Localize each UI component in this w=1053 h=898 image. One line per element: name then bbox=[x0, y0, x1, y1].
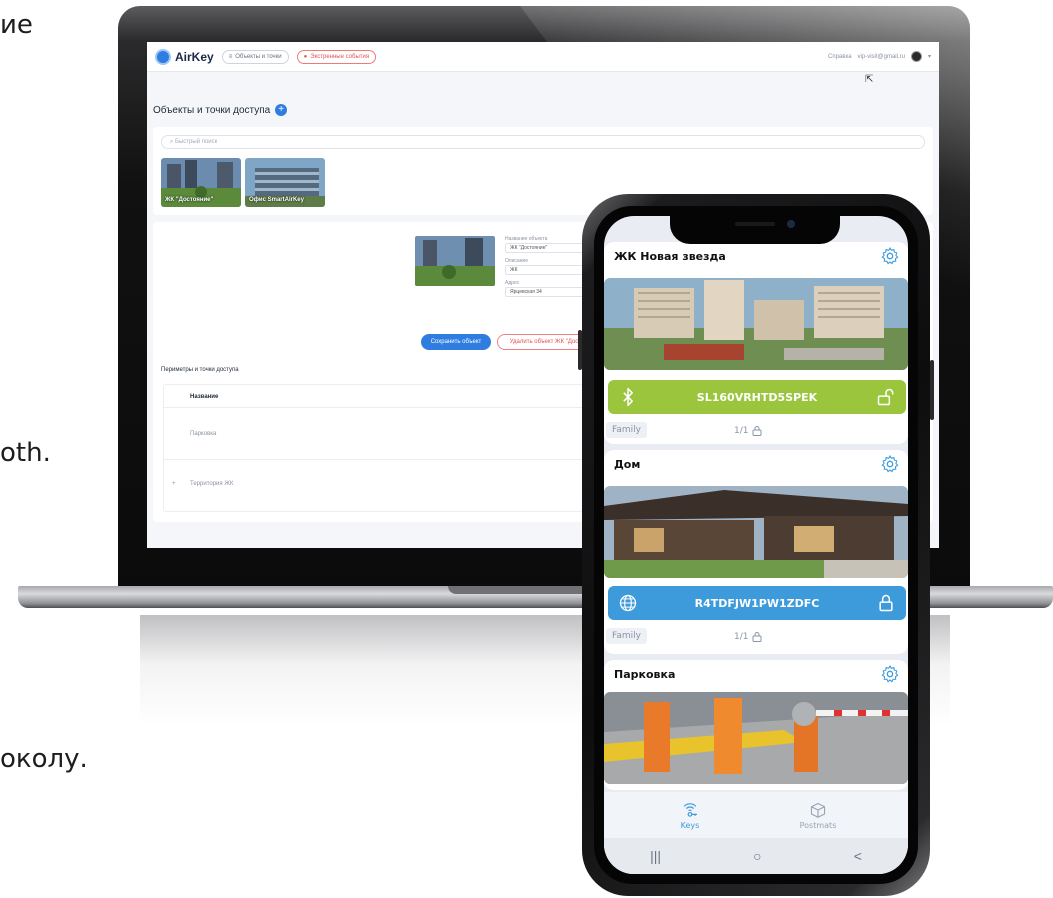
name-field-label: Название объекта bbox=[505, 236, 548, 242]
chevron-down-icon[interactable]: ▾ bbox=[928, 53, 931, 60]
house-photo bbox=[604, 486, 908, 578]
gear-icon[interactable] bbox=[880, 246, 900, 266]
logo-text: AirKey bbox=[175, 49, 214, 64]
key-code: R4TDFJW1PW1ZDFC bbox=[694, 596, 820, 610]
help-link[interactable]: Справка bbox=[828, 54, 852, 60]
table-row[interactable]: Парковка bbox=[190, 431, 216, 437]
key-count: 1/1 bbox=[734, 631, 762, 642]
nav-objects-button[interactable]: ≡ Объекты и точки bbox=[221, 49, 289, 64]
nav-objects-label: Объекты и точки bbox=[235, 53, 282, 60]
address-field-label: Адрес bbox=[505, 280, 520, 286]
home-button[interactable]: ○ bbox=[753, 848, 761, 864]
search-placeholder: Быстрый поиск bbox=[175, 139, 218, 145]
table-row[interactable]: Территория ЖК bbox=[190, 481, 233, 487]
divider bbox=[164, 459, 582, 460]
gear-icon[interactable] bbox=[880, 664, 900, 684]
back-button[interactable]: < bbox=[854, 848, 862, 864]
object-thumb-residential[interactable]: ЖК "Достояние" bbox=[161, 158, 241, 207]
key-button-2[interactable]: R4TDFJW1PW1ZDFC bbox=[608, 586, 906, 620]
tab-postmats[interactable]: Postmats bbox=[778, 802, 858, 830]
airkey-logo-icon bbox=[155, 48, 171, 65]
phone-speaker bbox=[735, 222, 775, 226]
table-header-name: Название bbox=[190, 394, 219, 400]
user-email[interactable]: vip-visit@gmail.ru bbox=[858, 54, 905, 60]
card-title: Парковка bbox=[614, 668, 676, 681]
desc-field-label: Описание bbox=[505, 258, 529, 264]
box-icon bbox=[810, 802, 826, 818]
lock-icon bbox=[752, 426, 762, 436]
phone-camera bbox=[787, 220, 795, 228]
save-object-button[interactable]: Сохранить объект bbox=[421, 334, 491, 350]
building-photo bbox=[604, 278, 908, 370]
page-title-text: Объекты и точки доступа bbox=[153, 104, 271, 116]
phone-power-button bbox=[930, 360, 934, 420]
key-tag: Family bbox=[606, 422, 647, 438]
residential-complex-photo bbox=[604, 278, 908, 370]
header-right: Справка vip-visit@gmail.ru ▾ bbox=[828, 51, 931, 62]
key-wifi-icon bbox=[683, 803, 697, 817]
nav-emergency-button[interactable]: ● Экстренные события bbox=[296, 49, 377, 64]
tab-postmats-label: Postmats bbox=[799, 821, 837, 830]
gear-icon[interactable] bbox=[880, 454, 900, 474]
perimeters-table: Название Парковка + Территория ЖК bbox=[163, 384, 583, 512]
recent-apps-button[interactable]: ||| bbox=[650, 848, 661, 864]
promo-stage: ие oth. околу. AirKey ≡ Объекты и точки … bbox=[0, 0, 1053, 898]
phone-screen: ЖК Новая звезда SL160VRHTD5SPEK Family 1… bbox=[604, 216, 908, 874]
key-card-3: Парковка bbox=[604, 660, 908, 790]
key-count: 1/1 bbox=[734, 425, 762, 436]
system-nav-bar: ||| ○ < bbox=[604, 838, 908, 874]
key-card-1: ЖК Новая звезда SL160VRHTD5SPEK Family 1… bbox=[604, 242, 908, 444]
key-code: SL160VRHTD5SPEK bbox=[696, 390, 818, 404]
locked-icon bbox=[879, 594, 893, 612]
page-title: Объекты и точки доступа + bbox=[153, 104, 288, 116]
key-button-1[interactable]: SL160VRHTD5SPEK bbox=[608, 380, 906, 414]
divider bbox=[164, 407, 582, 408]
search-input[interactable]: ⌕ Быстрый поиск bbox=[161, 135, 925, 149]
parking-barrier-photo bbox=[604, 692, 908, 784]
key-count-text: 1/1 bbox=[734, 631, 749, 642]
bg-text-fragment-bottom: околу. bbox=[0, 744, 88, 774]
web-header: AirKey ≡ Объекты и точки ● Экстренные со… bbox=[147, 42, 939, 72]
phone-notch bbox=[670, 208, 840, 244]
card-title: ЖК Новая звезда bbox=[614, 250, 726, 263]
key-tag: Family bbox=[606, 628, 647, 644]
globe-icon bbox=[619, 594, 637, 612]
bg-text-fragment-top: ие bbox=[0, 10, 33, 40]
perimeters-title: Периметры и точки доступа bbox=[161, 367, 239, 373]
object-photo bbox=[415, 236, 495, 286]
nav-emergency-label: Экстренные события bbox=[310, 53, 370, 60]
card-title: Дом bbox=[614, 458, 641, 471]
object-thumb-label: Офис SmartAirKey bbox=[249, 197, 304, 203]
mouse-cursor-icon: ⇱ bbox=[865, 74, 874, 85]
unlocked-icon bbox=[877, 388, 894, 406]
key-card-2: Дом R4TDFJW1PW1ZDFC Family 1/1 bbox=[604, 450, 908, 654]
alert-icon: ● bbox=[303, 53, 308, 60]
tab-keys-label: Keys bbox=[680, 821, 700, 830]
name-field[interactable]: ЖК "Достояние" bbox=[505, 243, 585, 253]
desc-field[interactable]: ЖК bbox=[505, 265, 585, 275]
add-object-button[interactable]: + bbox=[275, 104, 288, 116]
object-image[interactable] bbox=[415, 236, 495, 286]
bluetooth-icon bbox=[623, 387, 633, 407]
key-count-text: 1/1 bbox=[734, 425, 749, 436]
expand-row-icon[interactable]: + bbox=[172, 481, 176, 487]
object-thumb-office[interactable]: Офис SmartAirKey bbox=[245, 158, 325, 207]
address-field[interactable]: Ярцевская 34 bbox=[505, 287, 585, 297]
object-thumb-label: ЖК "Достояние" bbox=[165, 197, 214, 203]
parking-photo bbox=[604, 692, 908, 784]
menu-icon: ≡ bbox=[228, 53, 233, 60]
lock-icon bbox=[752, 632, 762, 642]
avatar[interactable] bbox=[910, 51, 922, 62]
tab-keys[interactable]: Keys bbox=[650, 802, 730, 830]
modern-house-photo bbox=[604, 486, 908, 578]
bg-text-fragment-middle: oth. bbox=[0, 438, 51, 468]
